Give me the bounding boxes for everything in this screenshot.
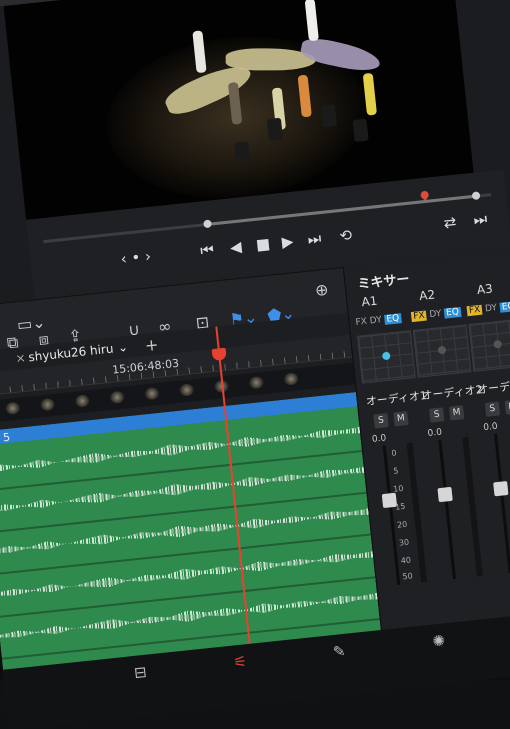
fader-scale-label: 10 <box>392 483 404 494</box>
mute-button[interactable]: M <box>504 399 510 415</box>
edit-page-icon[interactable]: ⚟ <box>233 652 248 671</box>
fader-scale-label: 20 <box>396 519 408 530</box>
channel-name: オーディオ2 <box>421 383 484 403</box>
solo-button[interactable]: S <box>429 407 445 423</box>
dy-button[interactable]: DY <box>369 315 382 326</box>
pan-control[interactable] <box>412 324 472 378</box>
eq-button[interactable]: EQ <box>443 306 462 319</box>
pan-control[interactable] <box>357 330 416 384</box>
clip-thumbnail <box>248 375 264 390</box>
clip-thumbnail <box>74 394 90 408</box>
dy-button[interactable]: DY <box>485 303 498 314</box>
channel-id: A1 <box>360 293 379 310</box>
fader-handle[interactable] <box>437 486 453 503</box>
clip-thumbnail <box>144 386 160 401</box>
in-point-handle[interactable] <box>203 219 212 229</box>
fx-row: FX DY EQ <box>355 313 402 328</box>
pan-position[interactable] <box>381 351 391 361</box>
add-timeline-button[interactable]: + <box>144 335 159 355</box>
stage-post <box>320 103 337 128</box>
channel-name: オーディオ1 <box>365 388 428 409</box>
next-edit-icon[interactable]: ⏭ <box>473 210 488 229</box>
play-reverse-icon[interactable]: ◀ <box>229 238 242 257</box>
channel-id: A3 <box>476 281 494 298</box>
scrub-range <box>207 194 477 226</box>
fader-scale-label: 50 <box>402 571 414 582</box>
solo-button[interactable]: S <box>484 401 501 417</box>
channel-name: オーディオ <box>476 377 510 397</box>
fader-track[interactable] <box>438 439 456 580</box>
fader-scale-label: 5 <box>392 466 399 476</box>
zoom-icon[interactable]: ⊕ <box>314 280 329 300</box>
swap-icon[interactable]: ⇄ <box>443 213 457 232</box>
clip-thumbnail <box>5 401 21 415</box>
stage-post <box>352 118 369 143</box>
cut-page-icon[interactable]: ⊟ <box>133 663 147 682</box>
fx-row: FX DY EQ <box>410 306 462 323</box>
skip-back-icon[interactable]: ⏮ <box>199 240 214 259</box>
mixer-title: ミキサー <box>356 272 411 293</box>
fader-scale-label: 40 <box>400 555 412 566</box>
pan-position[interactable] <box>437 345 447 355</box>
clip-thumbnail <box>179 383 195 397</box>
performer <box>304 0 319 42</box>
level-readout: 0.0 <box>427 427 443 440</box>
tab-close-icon[interactable]: × <box>15 351 26 366</box>
pan-control[interactable] <box>468 318 510 372</box>
skip-forward-icon[interactable]: ⏭ <box>307 229 322 248</box>
loop-icon[interactable]: ⟲ <box>339 226 353 245</box>
level-meter <box>462 436 483 577</box>
resolve-screen: ⏮ ◀ ■ ▶ ⏭ ⟲ ‹ • › ⇄ ⏭ ▭⌄ ⧉ ⧈ ⇪ ∪ ∞ ⊡ ⚑⌄ … <box>0 0 510 729</box>
eq-button[interactable]: EQ <box>384 313 402 325</box>
jog-icon[interactable]: ‹ • › <box>120 247 152 268</box>
channel-id: A2 <box>418 287 436 304</box>
play-icon[interactable]: ▶ <box>281 232 294 251</box>
out-point-handle[interactable] <box>471 191 481 201</box>
stop-icon[interactable]: ■ <box>255 235 271 254</box>
dy-button[interactable]: DY <box>429 309 442 320</box>
solo-button[interactable]: S <box>373 413 389 429</box>
mute-button[interactable]: M <box>448 405 465 421</box>
eq-button[interactable]: EQ <box>499 301 510 313</box>
clip-thumbnail <box>109 390 125 404</box>
fx-button[interactable]: FX <box>410 310 428 323</box>
level-readout: 0.0 <box>482 421 499 434</box>
clip-thumbnail <box>283 372 299 386</box>
fader-scale-label: 15 <box>394 501 406 512</box>
mute-button[interactable]: M <box>393 411 409 427</box>
fx-button[interactable]: FX <box>355 317 367 328</box>
stage-post <box>266 117 284 141</box>
timeline-panel[interactable]: × shyuku26 hiru ⌄ + 15:06:48:03 5 <box>0 312 383 681</box>
fx-button[interactable]: FX <box>466 304 483 317</box>
clip-thumbnail <box>39 397 56 412</box>
fader-scale-label: 0 <box>391 448 398 458</box>
color-page-icon[interactable]: ✺ <box>431 631 445 650</box>
fader-track[interactable] <box>494 433 510 574</box>
chevron-down-icon[interactable]: ⌄ <box>117 340 128 355</box>
stage-post <box>234 141 251 165</box>
fader-scale-label: 30 <box>398 537 410 548</box>
fader-handle[interactable] <box>493 480 509 497</box>
fusion-page-icon[interactable]: ✎ <box>332 642 346 661</box>
fx-row: FX DY EQ <box>466 301 510 317</box>
level-readout: 0.0 <box>371 433 387 445</box>
pan-position[interactable] <box>493 339 503 349</box>
